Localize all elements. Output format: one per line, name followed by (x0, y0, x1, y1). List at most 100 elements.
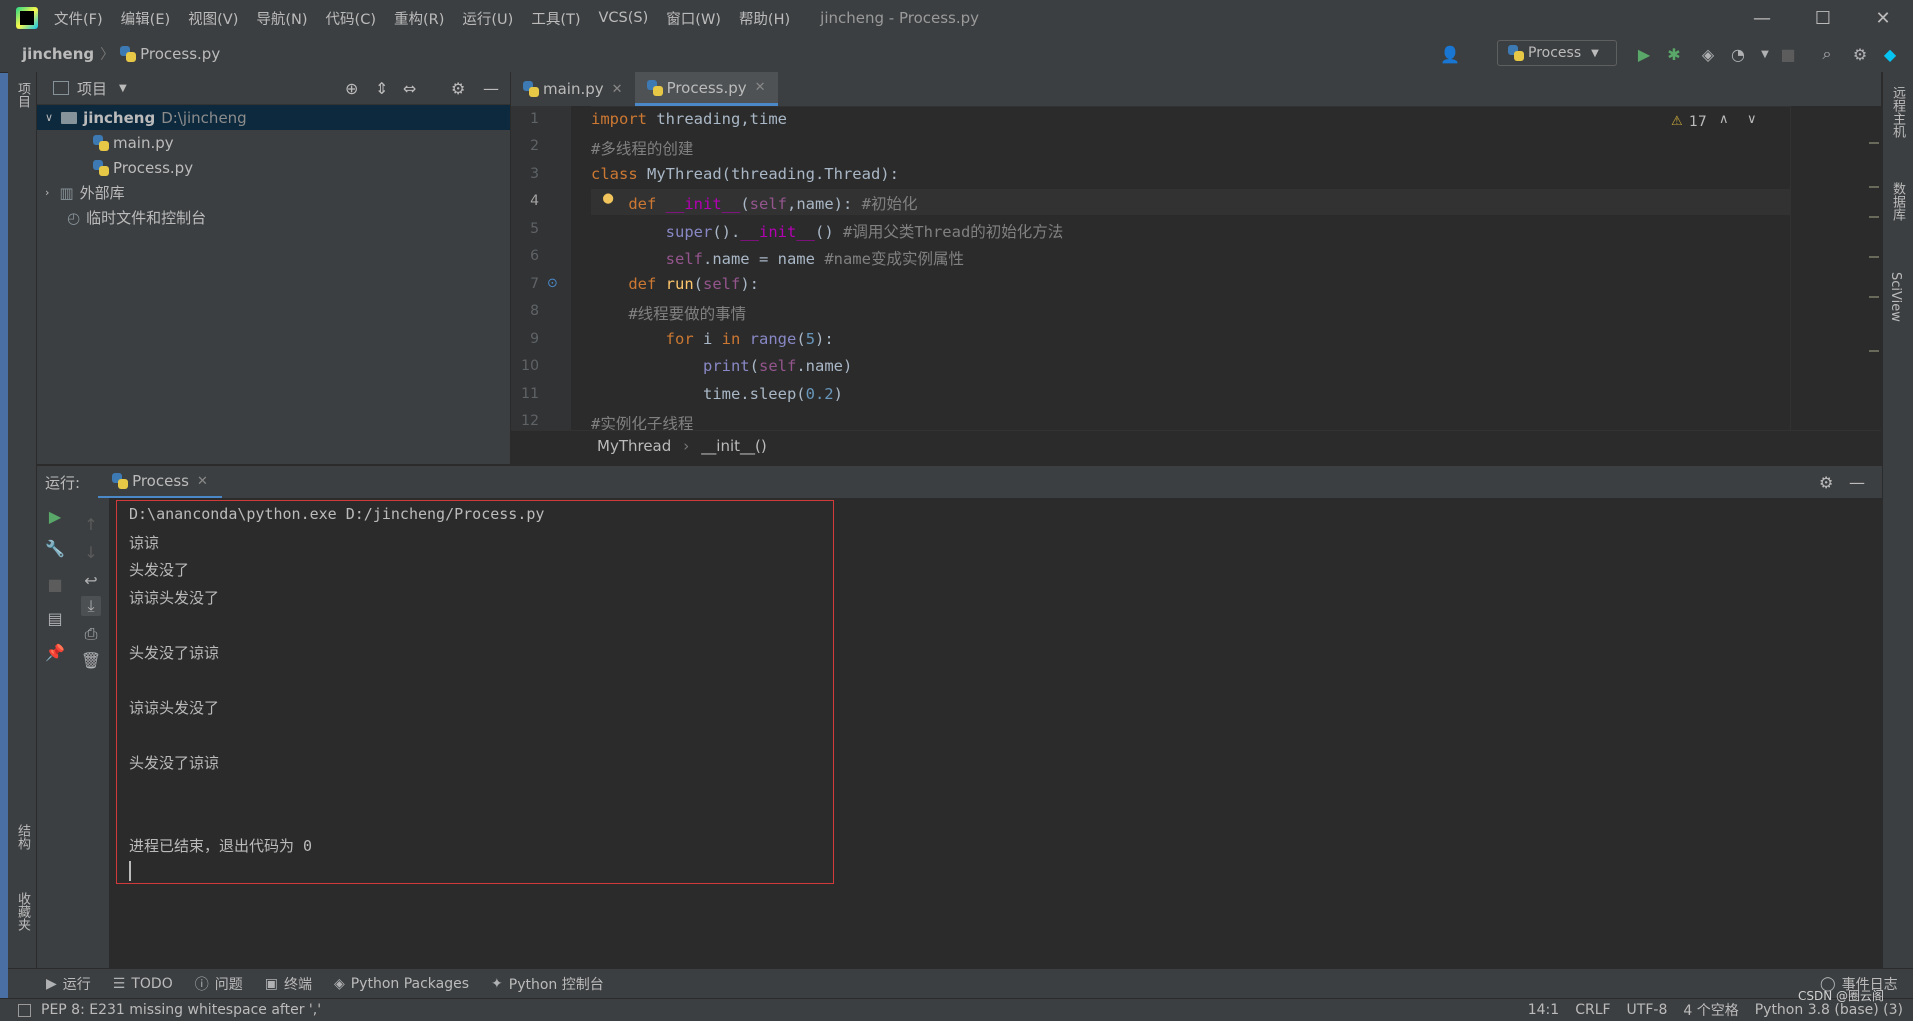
console-line: 头发没了 (129, 561, 190, 579)
trash-icon[interactable]: 🗑 (81, 650, 101, 670)
maximize-icon[interactable]: ☐ (1795, 0, 1851, 36)
close-window-icon[interactable]: ✕ (1855, 0, 1911, 36)
debug-icon[interactable]: ✱ (1664, 44, 1684, 64)
menu-window[interactable]: 窗口(W) (666, 8, 721, 29)
chevron-down-icon[interactable]: ∨ (1747, 112, 1757, 127)
caret-position[interactable]: 14:1 (1528, 1002, 1559, 1018)
menu-run[interactable]: 运行(U) (462, 8, 513, 29)
code-line: #多线程的创建 (591, 140, 694, 158)
code-with-me-icon[interactable]: ◆ (1880, 44, 1900, 64)
menu-refactor[interactable]: 重构(R) (394, 8, 444, 29)
menu-tools[interactable]: 工具(T) (531, 8, 580, 29)
user-icon[interactable]: 👤 (1440, 44, 1460, 64)
coverage-icon[interactable]: ◈ (1698, 44, 1718, 64)
run-panel-label: 运行: (45, 474, 81, 492)
tree-file-process[interactable]: Process.py (37, 155, 510, 180)
list-icon: ☰ (112, 976, 126, 992)
locate-icon[interactable]: ⊕ (345, 79, 358, 98)
structure-tool-tab[interactable]: 结构 (13, 824, 32, 850)
tree-file-main[interactable]: main.py (37, 130, 510, 155)
project-tool-tab[interactable]: 项目 (13, 82, 32, 108)
tab-process-py[interactable]: Process.py ✕ (634, 72, 778, 106)
close-icon[interactable]: ✕ (197, 474, 208, 489)
collapse-all-icon[interactable]: ⇔ (403, 79, 416, 98)
warning-icon[interactable]: ⚠ (1671, 114, 1683, 129)
stop-icon[interactable]: ■ (45, 574, 65, 594)
menu-navigate[interactable]: 导航(N) (256, 8, 307, 29)
sciview-tool-tab[interactable]: SciView (1888, 272, 1903, 322)
close-icon[interactable]: ✕ (612, 82, 623, 97)
menu-view[interactable]: 视图(V) (188, 8, 238, 29)
tree-external-libraries[interactable]: › ▥ 外部库 (37, 180, 510, 205)
layout-icon[interactable]: ▤ (45, 608, 65, 628)
file-encoding[interactable]: UTF-8 (1627, 1002, 1668, 1018)
menu-edit[interactable]: 编辑(E) (121, 8, 170, 29)
indent-setting[interactable]: 4 个空格 (1683, 1000, 1738, 1020)
line-separator[interactable]: CRLF (1575, 1002, 1610, 1018)
chevron-up-icon[interactable]: ∧ (1719, 112, 1729, 127)
arrow-down-icon[interactable]: ↓ (81, 542, 101, 562)
chevron-down-icon[interactable]: ▼ (119, 83, 127, 94)
breadcrumb-project[interactable]: jincheng (22, 45, 94, 63)
tool-python-console[interactable]: ✦ Python 控制台 (491, 974, 604, 994)
override-gutter-icon[interactable]: ⊙ (547, 276, 558, 291)
tool-run[interactable]: ▶ 运行 (46, 974, 91, 994)
stop-icon[interactable]: ■ (1778, 44, 1798, 64)
code-line: time.sleep(0.2) (591, 385, 843, 403)
console-line: D:\ananconda\python.exe D:/jincheng/Proc… (129, 505, 545, 523)
chevron-down-icon[interactable]: ∨ (45, 111, 53, 124)
scroll-to-end-icon[interactable]: ⤓ (81, 596, 101, 616)
gear-icon[interactable]: ⚙ (1850, 44, 1870, 64)
tool-todo[interactable]: ☰ TODO (113, 976, 173, 992)
gear-icon[interactable]: ⚙ (451, 79, 465, 98)
tab-main-py[interactable]: main.py ✕ (511, 72, 635, 106)
wrench-icon[interactable]: 🔧 (45, 538, 65, 558)
editor-scrollbar[interactable]: ⚠ 17 ∧ ∨ (1671, 106, 1882, 430)
more-run-chevron-icon[interactable]: ▼ (1755, 44, 1775, 64)
project-panel-title[interactable]: 项目 (77, 78, 107, 99)
bulb-icon[interactable]: ● (603, 188, 613, 208)
search-icon[interactable]: ⌕ (1817, 44, 1837, 64)
breadcrumb-method[interactable]: __init__() (701, 437, 766, 455)
tree-scratches[interactable]: ◴ 临时文件和控制台 (37, 205, 510, 230)
remote-host-tool-tab[interactable]: 远程主机 (1888, 86, 1907, 138)
tree-root-jincheng[interactable]: ∨ jincheng D:\jincheng (37, 105, 510, 130)
menu-code[interactable]: 代码(C) (326, 8, 376, 29)
close-icon[interactable]: ✕ (755, 80, 766, 95)
gear-icon[interactable]: ⚙ (1819, 473, 1833, 492)
menu-file[interactable]: 文件(F) (54, 8, 103, 29)
hide-icon[interactable]: — (1849, 473, 1865, 492)
pycharm-logo-icon (16, 7, 38, 29)
interpreter[interactable]: Python 3.8 (base) (3) (1755, 1002, 1903, 1018)
minimize-icon[interactable]: — (1734, 0, 1790, 36)
line-number: 7 (530, 276, 539, 292)
arrow-up-icon[interactable]: ↑ (81, 514, 101, 534)
rerun-icon[interactable]: ▶ (45, 506, 65, 526)
status-message[interactable]: PEP 8: E231 missing whitespace after ',' (41, 1002, 321, 1018)
info-icon: ⓘ (194, 977, 209, 993)
run-icon[interactable]: ▶ (1634, 44, 1654, 64)
menu-help[interactable]: 帮助(H) (739, 8, 790, 29)
run-config-select[interactable]: Process ▼ (1497, 40, 1617, 66)
expand-all-icon[interactable]: ⇕ (375, 79, 388, 98)
pin-icon[interactable]: 📌 (45, 642, 65, 662)
soft-wrap-icon[interactable]: ↩ (81, 570, 101, 590)
tool-terminal[interactable]: ▣ 终端 (265, 974, 312, 994)
run-console[interactable]: D:\ananconda\python.exe D:/jincheng/Proc… (110, 498, 1882, 968)
tool-python-packages[interactable]: ◈ Python Packages (334, 976, 469, 992)
favorites-tool-tab[interactable]: 收藏夹 (13, 892, 32, 931)
status-panel-icon[interactable] (18, 1003, 31, 1017)
hide-icon[interactable]: — (483, 79, 499, 98)
profile-icon[interactable]: ◔ (1728, 44, 1748, 64)
tab-label: main.py (543, 80, 604, 98)
run-tab-process[interactable]: Process ✕ (98, 466, 222, 499)
menu-vcs[interactable]: VCS(S) (599, 10, 649, 26)
breadcrumb-class[interactable]: MyThread (597, 437, 671, 455)
code-editor[interactable]: import threading,time #多线程的创建 class MyTh… (591, 106, 1791, 433)
code-line: def run(self): (628, 275, 760, 293)
database-tool-tab[interactable]: 数据库 (1888, 182, 1907, 221)
print-icon[interactable]: ⎙ (81, 624, 101, 644)
breadcrumb-file[interactable]: Process.py (140, 45, 220, 63)
tool-problems[interactable]: ⓘ 问题 (195, 974, 243, 994)
chevron-right-icon[interactable]: › (45, 186, 49, 199)
